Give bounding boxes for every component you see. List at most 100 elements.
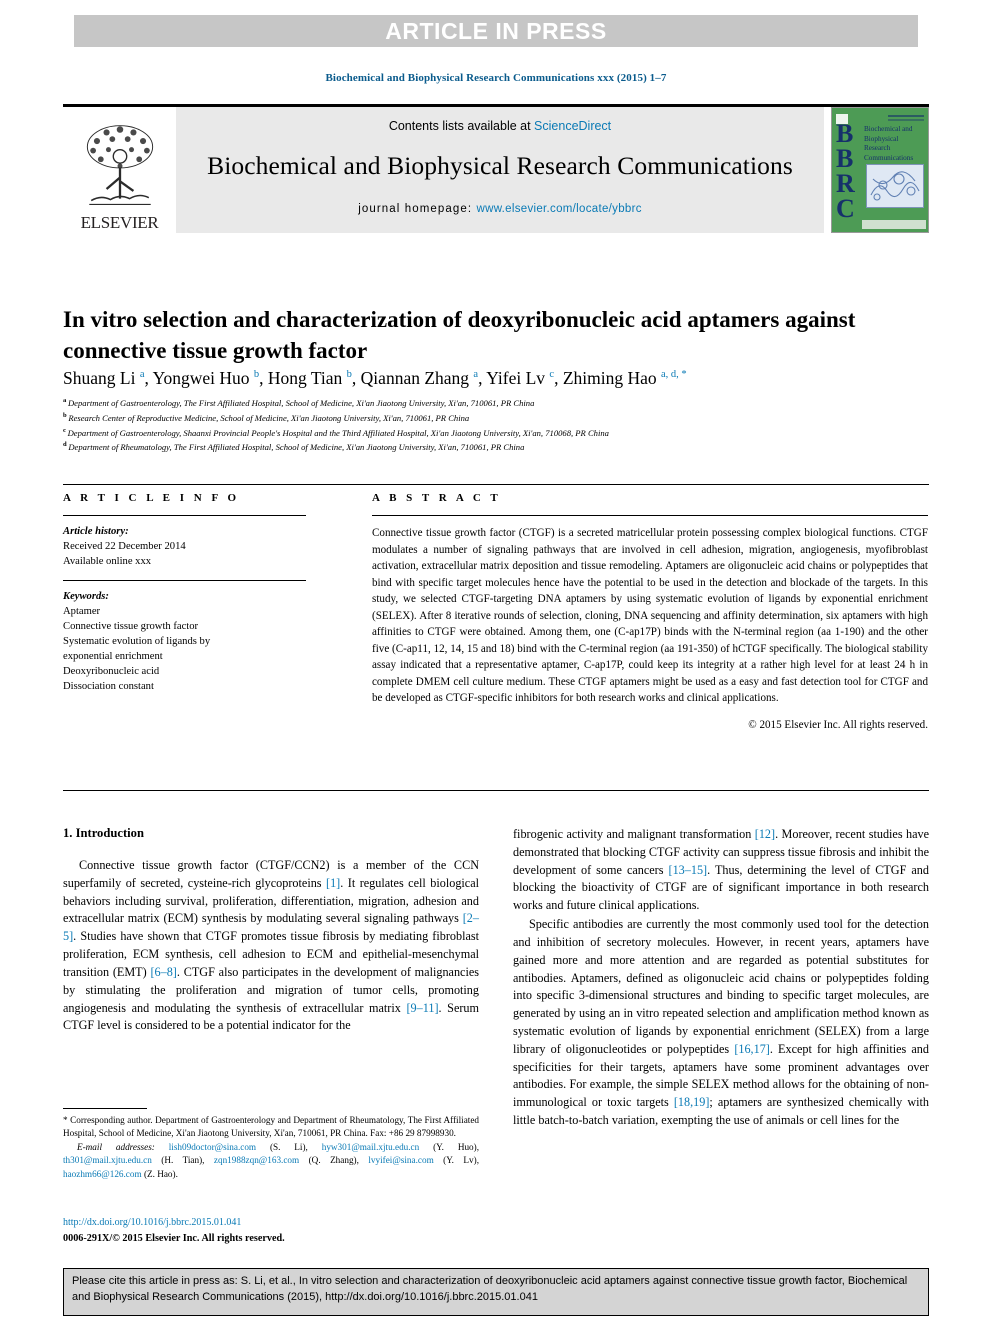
keyword-0: Aptamer bbox=[63, 606, 101, 618]
email-person: (S. Li), bbox=[256, 1141, 322, 1152]
keyword-2: Systematic evolution of ligands by bbox=[63, 636, 211, 648]
cover-illustration bbox=[866, 164, 924, 208]
email-addresses-note: E-mail addresses: lish09doctor@sina.com … bbox=[63, 1141, 479, 1181]
email-link[interactable]: zqn1988zqn@163.com bbox=[214, 1155, 299, 1165]
homepage-url-link[interactable]: www.elsevier.com/locate/ybbrc bbox=[476, 203, 641, 215]
author-separator: , bbox=[351, 368, 361, 388]
citation-reference[interactable]: [13–15] bbox=[669, 863, 708, 877]
running-head: Biochemical and Biophysical Research Com… bbox=[325, 72, 667, 84]
elsevier-tree-icon bbox=[86, 125, 153, 205]
keyword-1: Connective tissue growth factor bbox=[63, 621, 199, 633]
author-name: Yifei Lv bbox=[486, 368, 550, 388]
journal-masthead: ELSEVIER Contents lists available at Sci… bbox=[63, 107, 929, 233]
affiliation-item: d Department of Rheumatology, The First … bbox=[63, 440, 923, 455]
author-name: Shuang Li bbox=[63, 368, 140, 388]
keywords-label: Keywords: bbox=[63, 591, 109, 603]
citation-reference[interactable]: [16,17] bbox=[734, 1042, 770, 1056]
body-column-left: 1. Introduction Connective tissue growth… bbox=[63, 826, 479, 1036]
cite-this-article-box: Please cite this article in press as: S.… bbox=[63, 1268, 929, 1316]
author-name: Yongwei Huo bbox=[152, 368, 254, 388]
journal-cover-thumbnail: BBRC Biochemical and Biophysical Researc… bbox=[831, 107, 929, 233]
page-title: In vitro selection and characterization … bbox=[63, 307, 856, 363]
footnote-rule bbox=[63, 1108, 147, 1109]
journal-title: Biochemical and Biophysical Research Com… bbox=[207, 151, 793, 180]
email-person: (Y. Huo), bbox=[419, 1141, 479, 1152]
cover-journal-title: Biochemical and Biophysical Research Com… bbox=[864, 125, 914, 162]
citation-reference[interactable]: [1] bbox=[326, 876, 340, 890]
affiliation-item: b Research Center of Reproductive Medici… bbox=[63, 411, 923, 426]
contents-prefix: Contents lists available at bbox=[388, 119, 535, 133]
email-link[interactable]: haozhm66@126.com bbox=[63, 1169, 142, 1179]
cover-bbrc-letters: BBRC bbox=[836, 119, 855, 223]
history-line-1: Available online xxx bbox=[63, 556, 152, 568]
elsevier-wordmark: ELSEVIER bbox=[80, 213, 159, 232]
abstract-column: A B S T R A C T Connective tissue growth… bbox=[372, 492, 928, 731]
body-section-top-rule bbox=[63, 790, 929, 791]
affiliation-text: Department of Gastroenterology, Shaanxi … bbox=[67, 427, 609, 438]
author-name: Hong Tian bbox=[267, 368, 347, 388]
keyword-4: Deoxyribonucleic acid bbox=[63, 666, 160, 678]
keyword-5: Dissociation constant bbox=[63, 681, 154, 693]
citation-reference[interactable]: [18,19] bbox=[674, 1095, 710, 1109]
contents-available-line: Contents lists available at ScienceDirec… bbox=[176, 119, 824, 133]
journal-homepage-line: journal homepage: www.elsevier.com/locat… bbox=[176, 203, 824, 215]
homepage-label: journal homepage: bbox=[358, 203, 473, 215]
affiliation-text: Department of Gastroenterology, The Firs… bbox=[67, 397, 535, 408]
author-separator: , bbox=[554, 368, 563, 388]
email-link[interactable]: lish09doctor@sina.com bbox=[169, 1142, 256, 1152]
article-history-label: Article history: bbox=[63, 526, 129, 537]
cite-this-article-text: Please cite this article in press as: S.… bbox=[72, 1275, 908, 1303]
email-link[interactable]: th301@mail.xjtu.edu.cn bbox=[63, 1155, 152, 1165]
citation-reference[interactable]: [2–5] bbox=[63, 911, 479, 943]
keywords-block: Keywords: Aptamer Connective tissue grow… bbox=[63, 589, 306, 694]
email-addresses-label: E-mail addresses: bbox=[77, 1141, 169, 1152]
cover-bottom-strip bbox=[862, 220, 926, 229]
citation-reference[interactable]: [9–11] bbox=[406, 1001, 438, 1015]
author-name: Zhiming Hao bbox=[562, 368, 661, 388]
body-column-right: fibrogenic activity and malignant transf… bbox=[513, 826, 929, 1131]
article-history-block: Article history: Received 22 December 20… bbox=[63, 524, 306, 569]
author-name: Qiannan Zhang bbox=[360, 368, 474, 388]
paragraph: Connective tissue growth factor (CTGF/CC… bbox=[63, 858, 480, 1033]
author-list: Shuang Li a, Yongwei Huo b, Hong Tian b,… bbox=[63, 368, 893, 389]
author-separator: , bbox=[478, 368, 487, 388]
info-section-top-rule bbox=[63, 484, 929, 485]
author-separator: , bbox=[144, 368, 153, 388]
issn-copyright-line: 0006-291X/© 2015 Elsevier Inc. All right… bbox=[63, 1232, 285, 1244]
corresponding-author-note: * Corresponding author. Department of Ga… bbox=[63, 1115, 479, 1139]
email-person: (Q. Zhang), bbox=[299, 1155, 369, 1166]
abstract-body: Connective tissue growth factor (CTGF) i… bbox=[372, 527, 928, 705]
article-info-middle-rule bbox=[63, 580, 306, 582]
section-heading-introduction: 1. Introduction bbox=[63, 826, 144, 840]
article-info-column: A R T I C L E I N F O Article history: R… bbox=[63, 492, 306, 694]
author-separator: , bbox=[259, 368, 268, 388]
citation-reference[interactable]: [6–8] bbox=[150, 965, 176, 979]
author-affiliation-mark: a, d, * bbox=[661, 369, 687, 381]
article-info-heading: A R T I C L E I N F O bbox=[63, 492, 240, 504]
abstract-copyright: © 2015 Elsevier Inc. All rights reserved… bbox=[748, 718, 928, 731]
masthead-banner: Contents lists available at ScienceDirec… bbox=[176, 107, 824, 233]
email-person: (Y. Lv), bbox=[433, 1155, 479, 1166]
footnote-block: * Corresponding author. Department of Ga… bbox=[63, 1114, 479, 1181]
affiliation-text: Department of Rheumatology, The First Af… bbox=[68, 442, 525, 453]
article-in-press-banner: ARTICLE IN PRESS bbox=[74, 15, 918, 47]
affiliation-list: a Department of Gastroenterology, The Fi… bbox=[63, 396, 923, 455]
doi-link[interactable]: http://dx.doi.org/10.1016/j.bbrc.2015.01… bbox=[63, 1215, 479, 1231]
elsevier-logo: ELSEVIER bbox=[63, 107, 176, 233]
email-link[interactable]: hyw301@mail.xjtu.edu.cn bbox=[322, 1142, 420, 1152]
affiliation-item: c Department of Gastroenterology, Shaanx… bbox=[63, 426, 923, 441]
article-info-heading-rule bbox=[63, 515, 306, 516]
sciencedirect-link[interactable]: ScienceDirect bbox=[534, 119, 611, 133]
citation-reference[interactable]: [12] bbox=[755, 827, 775, 841]
doi-block: http://dx.doi.org/10.1016/j.bbrc.2015.01… bbox=[63, 1215, 479, 1246]
cover-molecule-icon bbox=[870, 171, 920, 201]
email-link[interactable]: lvyifei@sina.com bbox=[368, 1155, 433, 1165]
article-in-press-label: ARTICLE IN PRESS bbox=[385, 17, 607, 44]
paragraph: fibrogenic activity and malignant transf… bbox=[513, 827, 929, 913]
paragraph: Specific antibodies are currently the mo… bbox=[513, 917, 929, 1127]
history-line-0: Received 22 December 2014 bbox=[63, 541, 186, 553]
abstract-heading: A B S T R A C T bbox=[372, 492, 502, 504]
email-person: (Z. Hao). bbox=[141, 1168, 178, 1179]
affiliation-text: Research Center of Reproductive Medicine… bbox=[68, 412, 470, 423]
email-person: (H. Tian), bbox=[151, 1155, 214, 1166]
